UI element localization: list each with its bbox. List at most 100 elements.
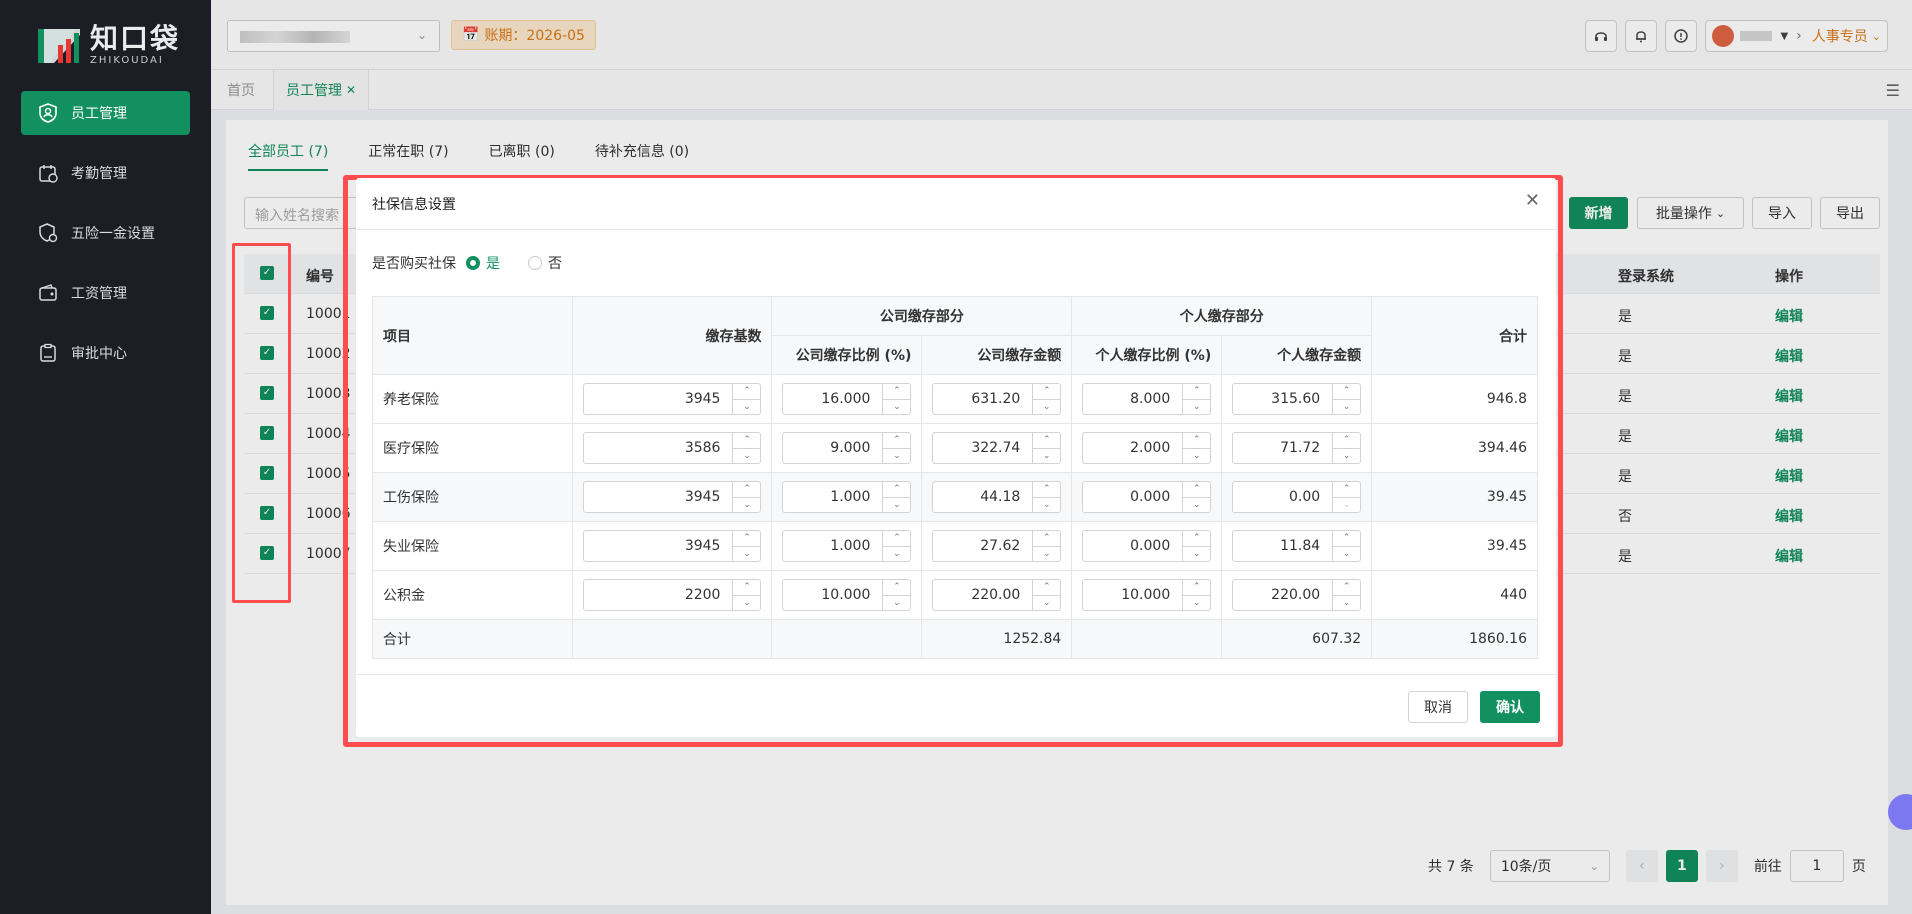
- sidebar-item-employees[interactable]: 员工管理: [21, 91, 190, 135]
- stepper-value: 8.000: [1130, 391, 1171, 407]
- chevron-down-icon[interactable]: ⌄: [1183, 547, 1210, 562]
- chevron-up-icon[interactable]: ⌃: [1033, 531, 1061, 547]
- chevron-up-icon[interactable]: ⌃: [1033, 433, 1061, 449]
- personal-ratio-stepper[interactable]: 0.000 ⌃ ⌄: [1082, 530, 1212, 562]
- chevron-up-icon[interactable]: ⌃: [883, 482, 911, 498]
- radio-no[interactable]: [528, 256, 542, 270]
- company-amount-stepper[interactable]: 631.20 ⌃ ⌄: [932, 383, 1062, 415]
- personal-ratio-stepper[interactable]: 8.000 ⌃ ⌄: [1082, 383, 1212, 415]
- chevron-down-icon[interactable]: ⌄: [733, 400, 760, 415]
- chevron-down-icon[interactable]: ⌄: [1033, 400, 1060, 415]
- company-ratio-stepper[interactable]: 16.000 ⌃ ⌄: [782, 383, 912, 415]
- chevron-up-icon[interactable]: ⌃: [733, 433, 761, 449]
- chevron-up-icon[interactable]: ⌃: [733, 580, 761, 596]
- confirm-button[interactable]: 确认: [1480, 691, 1540, 723]
- radio-no-label[interactable]: 否: [548, 253, 562, 273]
- stepper-value: 16.000: [821, 391, 871, 407]
- chevron-down-icon[interactable]: ⌄: [1033, 498, 1060, 513]
- company-ratio-stepper[interactable]: 10.000 ⌃ ⌄: [782, 579, 912, 611]
- company-amount-stepper[interactable]: 27.62 ⌃ ⌄: [932, 530, 1062, 562]
- chevron-down-icon[interactable]: ⌄: [733, 449, 760, 464]
- company-ratio-stepper[interactable]: 1.000 ⌃ ⌄: [782, 481, 912, 513]
- chevron-down-icon[interactable]: ⌄: [1033, 449, 1060, 464]
- stepper-value: 3945: [684, 391, 721, 407]
- stepper-value: 9.000: [830, 440, 871, 456]
- chevron-down-icon[interactable]: ⌄: [1333, 547, 1360, 562]
- personal-amount-stepper[interactable]: 0.00 ⌃ ⌄: [1232, 481, 1362, 513]
- chevron-up-icon[interactable]: ⌃: [1033, 384, 1061, 400]
- chevron-down-icon[interactable]: ⌄: [1183, 400, 1210, 415]
- chevron-up-icon[interactable]: ⌃: [883, 580, 911, 596]
- chevron-down-icon[interactable]: ⌄: [1183, 596, 1210, 611]
- chevron-up-icon[interactable]: ⌃: [1333, 384, 1361, 400]
- stepper-value: 27.62: [980, 538, 1021, 554]
- chevron-up-icon[interactable]: ⌃: [1333, 433, 1361, 449]
- company-amount-stepper[interactable]: 220.00 ⌃ ⌄: [932, 579, 1062, 611]
- close-icon[interactable]: ✕: [1525, 190, 1540, 211]
- chevron-up-icon[interactable]: ⌃: [733, 531, 761, 547]
- chevron-up-icon[interactable]: ⌃: [1183, 384, 1211, 400]
- chevron-down-icon[interactable]: ⌄: [1033, 547, 1060, 562]
- base-stepper[interactable]: 3945 ⌃ ⌄: [582, 481, 762, 513]
- chevron-down-icon[interactable]: ⌄: [1183, 449, 1210, 464]
- logo-mark-icon: [36, 25, 82, 67]
- chevron-up-icon[interactable]: ⌃: [1333, 531, 1361, 547]
- personal-ratio-stepper[interactable]: 0.000 ⌃ ⌄: [1082, 481, 1212, 513]
- chevron-down-icon[interactable]: ⌄: [883, 547, 910, 562]
- chevron-up-icon[interactable]: ⌃: [1333, 482, 1361, 498]
- chevron-down-icon[interactable]: ⌄: [733, 547, 760, 562]
- sidebar-item-attendance[interactable]: 考勤管理: [21, 151, 190, 195]
- radio-yes-label[interactable]: 是: [486, 253, 500, 273]
- chevron-down-icon[interactable]: ⌄: [1183, 498, 1210, 513]
- base-stepper[interactable]: 3586 ⌃ ⌄: [582, 432, 762, 464]
- chevron-down-icon[interactable]: ⌄: [1333, 596, 1360, 611]
- chevron-up-icon[interactable]: ⌃: [883, 531, 911, 547]
- totals-row: 合计 1252.84 607.32 1860.16: [372, 619, 1538, 659]
- table-row: 失业保险 3945 ⌃ ⌄ 1.000 ⌃ ⌄ 27.62 ⌃ ⌄ 0.000 ⌃ ⌄ 11.8…: [372, 521, 1538, 571]
- chevron-up-icon[interactable]: ⌃: [1183, 482, 1211, 498]
- chevron-down-icon[interactable]: ⌄: [883, 449, 910, 464]
- logo: 知口袋 ZHIKOUDAI: [36, 24, 180, 68]
- radio-yes[interactable]: [466, 256, 480, 270]
- sidebar-item-insurance[interactable]: 五险一金设置: [21, 211, 190, 255]
- chevron-down-icon[interactable]: ⌄: [1333, 449, 1360, 464]
- chevron-down-icon[interactable]: ⌄: [733, 498, 760, 513]
- chevron-down-icon[interactable]: ⌄: [883, 400, 910, 415]
- chevron-up-icon[interactable]: ⌃: [883, 433, 911, 449]
- chevron-up-icon[interactable]: ⌃: [1033, 482, 1061, 498]
- base-stepper[interactable]: 2200 ⌃ ⌄: [582, 579, 762, 611]
- stepper-value: 2.000: [1130, 440, 1171, 456]
- col-item: 项目: [372, 296, 573, 375]
- personal-ratio-stepper[interactable]: 2.000 ⌃ ⌄: [1082, 432, 1212, 464]
- chevron-down-icon[interactable]: ⌄: [733, 596, 760, 611]
- chevron-up-icon[interactable]: ⌃: [733, 482, 761, 498]
- chevron-up-icon[interactable]: ⌃: [883, 384, 911, 400]
- company-ratio-stepper[interactable]: 9.000 ⌃ ⌄: [782, 432, 912, 464]
- base-stepper[interactable]: 3945 ⌃ ⌄: [582, 530, 762, 562]
- sidebar-item-approval[interactable]: 审批中心: [21, 331, 190, 375]
- sidebar-item-salary[interactable]: 工资管理: [21, 271, 190, 315]
- chevron-up-icon[interactable]: ⌃: [1183, 580, 1211, 596]
- cancel-button[interactable]: 取消: [1408, 691, 1468, 723]
- company-amount-stepper[interactable]: 44.18 ⌃ ⌄: [932, 481, 1062, 513]
- personal-ratio-stepper[interactable]: 10.000 ⌃ ⌄: [1082, 579, 1212, 611]
- personal-amount-stepper[interactable]: 11.84 ⌃ ⌄: [1232, 530, 1362, 562]
- chevron-down-icon[interactable]: ⌄: [1333, 400, 1360, 415]
- chevron-down-icon[interactable]: ⌄: [883, 498, 910, 513]
- personal-amount-stepper[interactable]: 71.72 ⌃ ⌄: [1232, 432, 1362, 464]
- personal-amount-stepper[interactable]: 220.00 ⌃ ⌄: [1232, 579, 1362, 611]
- base-stepper[interactable]: 3945 ⌃ ⌄: [582, 383, 762, 415]
- chevron-up-icon[interactable]: ⌃: [1033, 580, 1061, 596]
- row-total: 946.8: [1371, 374, 1538, 424]
- chevron-down-icon[interactable]: ⌄: [1333, 498, 1360, 513]
- chevron-up-icon[interactable]: ⌃: [733, 384, 761, 400]
- chevron-down-icon[interactable]: ⌄: [1033, 596, 1060, 611]
- chevron-up-icon[interactable]: ⌃: [1183, 531, 1211, 547]
- company-amount-stepper[interactable]: 322.74 ⌃ ⌄: [932, 432, 1062, 464]
- chevron-up-icon[interactable]: ⌃: [1333, 580, 1361, 596]
- chevron-up-icon[interactable]: ⌃: [1183, 433, 1211, 449]
- company-ratio-stepper[interactable]: 1.000 ⌃ ⌄: [782, 530, 912, 562]
- personal-amount-stepper[interactable]: 315.60 ⌃ ⌄: [1232, 383, 1362, 415]
- sidebar-item-label: 员工管理: [71, 106, 127, 122]
- chevron-down-icon[interactable]: ⌄: [883, 596, 910, 611]
